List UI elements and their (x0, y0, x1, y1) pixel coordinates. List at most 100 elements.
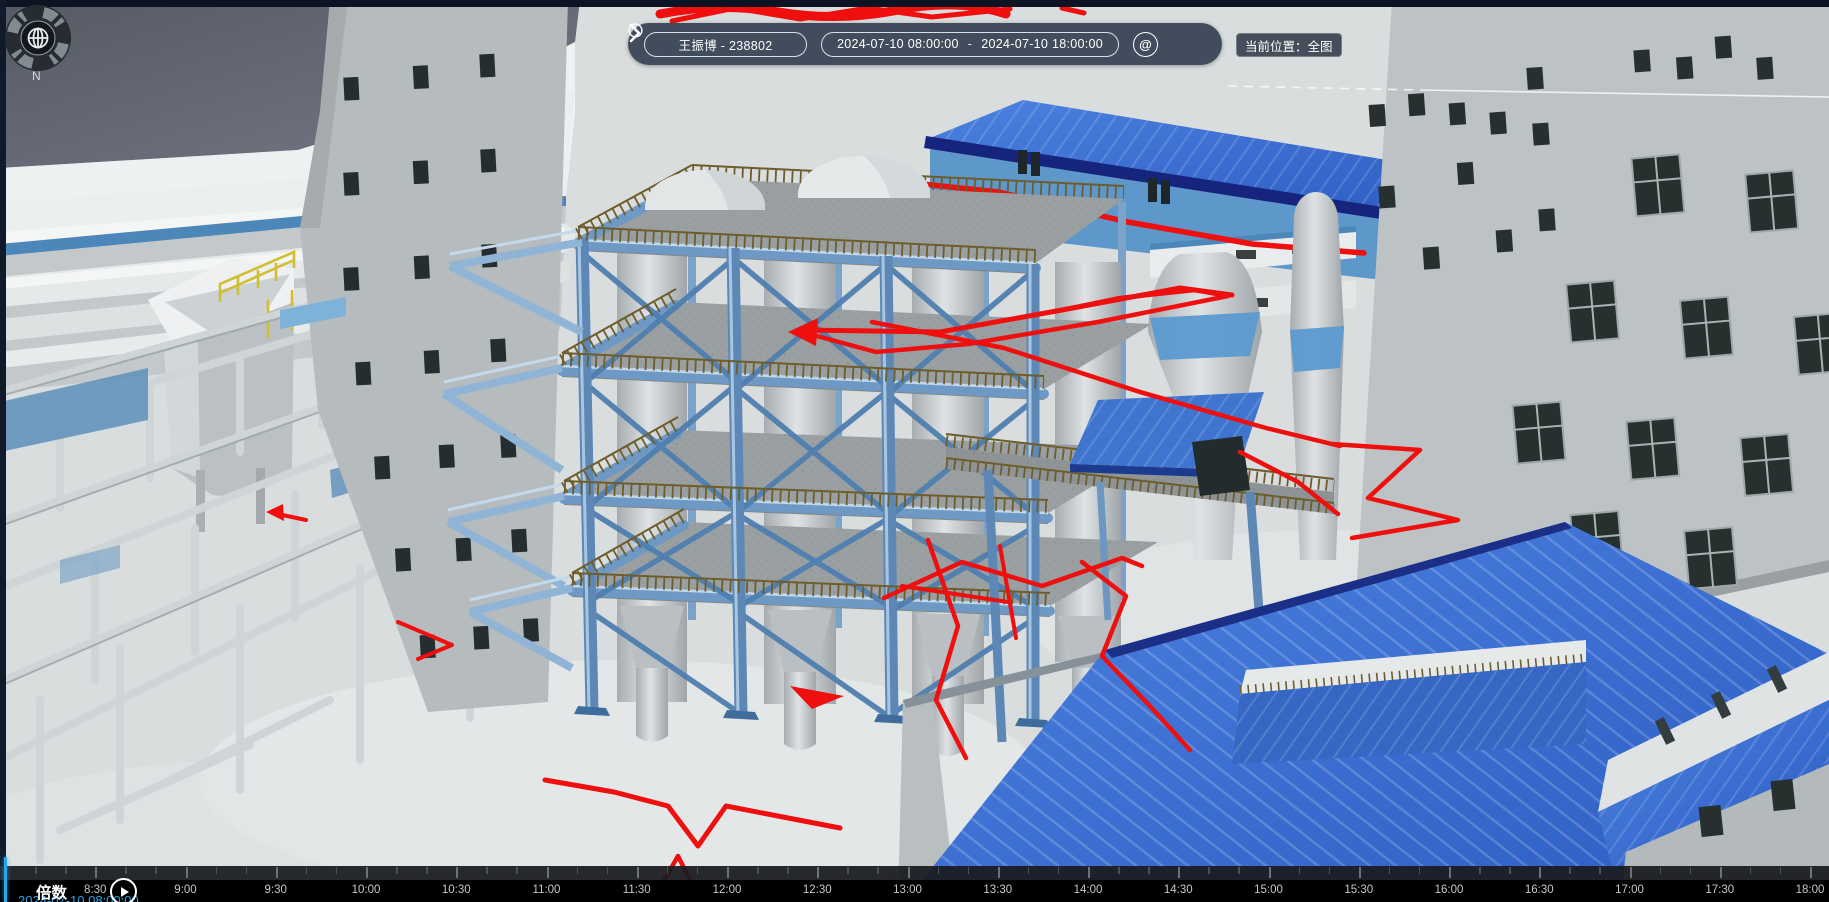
timeline-label: 11:00 (533, 884, 561, 896)
timeline-tick (1539, 867, 1541, 878)
timeline-label: 18:00 (1796, 884, 1825, 896)
timeline-tick (456, 867, 458, 878)
timeline-tick (336, 867, 338, 874)
timeline-tick (186, 867, 188, 878)
viewport-top-edge (0, 0, 1829, 7)
timeline-tick (998, 867, 1000, 878)
timeline-tick (1028, 867, 1030, 874)
timeline-tick (366, 867, 368, 878)
timeline-tick (1329, 867, 1331, 874)
timeline-tick (968, 867, 970, 874)
timeline-tick (1359, 867, 1361, 878)
person-input[interactable]: 王振博 - 238802 (644, 32, 807, 57)
equipment-box (1192, 436, 1250, 496)
timeline-tick (1720, 867, 1722, 878)
timeline-tick (1569, 867, 1571, 874)
timeline-tick (426, 867, 428, 874)
location-badge: 当前位置：全图 (1236, 33, 1342, 57)
timeline-tick (1389, 867, 1391, 874)
timeline-tick (577, 867, 579, 874)
timeline-tick (65, 867, 67, 874)
daterange-input[interactable]: 2024-07-10 08:00:00 - 2024-07-10 18:00:0… (821, 32, 1119, 57)
timeline-label: 10:30 (442, 884, 471, 896)
timeline-label: 9:30 (265, 884, 287, 896)
timeline-tick (817, 867, 819, 878)
timeline-label: 13:00 (893, 884, 922, 896)
tracking-toolbar: 王振博 - 238802 2024-07-10 08:00:00 - 2024-… (628, 23, 1222, 65)
range-start: 2024-07-10 08:00:00 (837, 37, 959, 51)
timeline-tick (1269, 867, 1271, 878)
timeline-tick (276, 867, 278, 878)
timeline-labels[interactable]: 8:309:009:3010:0010:3011:0011:3012:0012:… (0, 880, 1829, 902)
timeline-label: 13:30 (983, 884, 1012, 896)
timeline-label: 16:00 (1435, 884, 1464, 896)
timeline-tick (727, 867, 729, 878)
play-button[interactable] (110, 878, 137, 902)
timeline-tick (1148, 867, 1150, 874)
timeline-tick (1238, 867, 1240, 874)
timeline-tick (667, 867, 669, 874)
timeline-ticks[interactable] (0, 866, 1829, 880)
timeline-label: 9:00 (174, 884, 196, 896)
timeline-tick (607, 867, 609, 874)
timeline-tick (697, 867, 699, 874)
timeline-label: 15:00 (1254, 884, 1283, 896)
timeline-tick (1299, 867, 1301, 874)
timeline-label: 11:30 (623, 884, 651, 896)
timeline-playhead[interactable] (4, 857, 7, 902)
timeline-tick (35, 867, 37, 874)
timeline-label: 12:00 (713, 884, 742, 896)
timeline-tick (396, 867, 398, 874)
chevron-right-icon (628, 23, 641, 43)
timeline-tick (1509, 867, 1511, 874)
search-icon: @ (1139, 37, 1152, 52)
timeline-tick (306, 867, 308, 874)
timeline-tick (1810, 867, 1812, 878)
timeline-label: 10:00 (352, 884, 381, 896)
app-viewport: N 王振博 - 238802 2024-07-10 08:00:00 - 202… (0, 0, 1829, 902)
timeline-tick (757, 867, 759, 874)
timeline-label: 14:00 (1074, 884, 1103, 896)
timeline-tick (155, 867, 157, 874)
timeline-tick (1599, 867, 1601, 874)
search-track-button[interactable]: @ (1133, 32, 1158, 57)
timeline-tick (125, 867, 127, 874)
timeline-tick (1690, 867, 1692, 874)
timeline-tick (877, 867, 879, 874)
play-icon (121, 887, 129, 897)
timeline-tick (1088, 867, 1090, 878)
timeline-tick (1660, 867, 1662, 874)
timeline-tick (1479, 867, 1481, 874)
timeline-tick (1178, 867, 1180, 878)
compass-north-label: N (32, 69, 41, 83)
timeline-tick (1750, 867, 1752, 874)
viewport-left-edge (0, 0, 6, 866)
range-separator: - (968, 37, 972, 51)
timeline-tick (486, 867, 488, 874)
timeline-tick (1208, 867, 1210, 874)
timeline-tick (637, 867, 639, 878)
timeline-tick (547, 867, 549, 878)
timeline-tick (95, 867, 97, 878)
timeline-tick (938, 867, 940, 874)
timeline-tick (216, 867, 218, 874)
timeline-tick (1118, 867, 1120, 874)
north-compass[interactable]: N (0, 0, 76, 86)
timeline-tick (516, 867, 518, 874)
timeline-label: 17:30 (1705, 884, 1734, 896)
timeline-label: 14:30 (1164, 884, 1193, 896)
timeline-tick (1058, 867, 1060, 874)
timeline-label: 16:30 (1525, 884, 1554, 896)
timeline-label: 12:30 (803, 884, 832, 896)
range-end: 2024-07-10 18:00:00 (981, 37, 1103, 51)
globe-icon (29, 29, 48, 48)
timeline-tick (1630, 867, 1632, 878)
timeline-label: 15:30 (1344, 884, 1373, 896)
timeline-tick (1419, 867, 1421, 874)
timeline-label: 17:00 (1615, 884, 1644, 896)
timeline-tick (847, 867, 849, 874)
person-label: 王振博 - 238802 (679, 35, 773, 54)
timeline-tick (787, 867, 789, 874)
scene-3d[interactable] (0, 0, 1829, 902)
location-badge-text: 当前位置：全图 (1245, 36, 1333, 55)
